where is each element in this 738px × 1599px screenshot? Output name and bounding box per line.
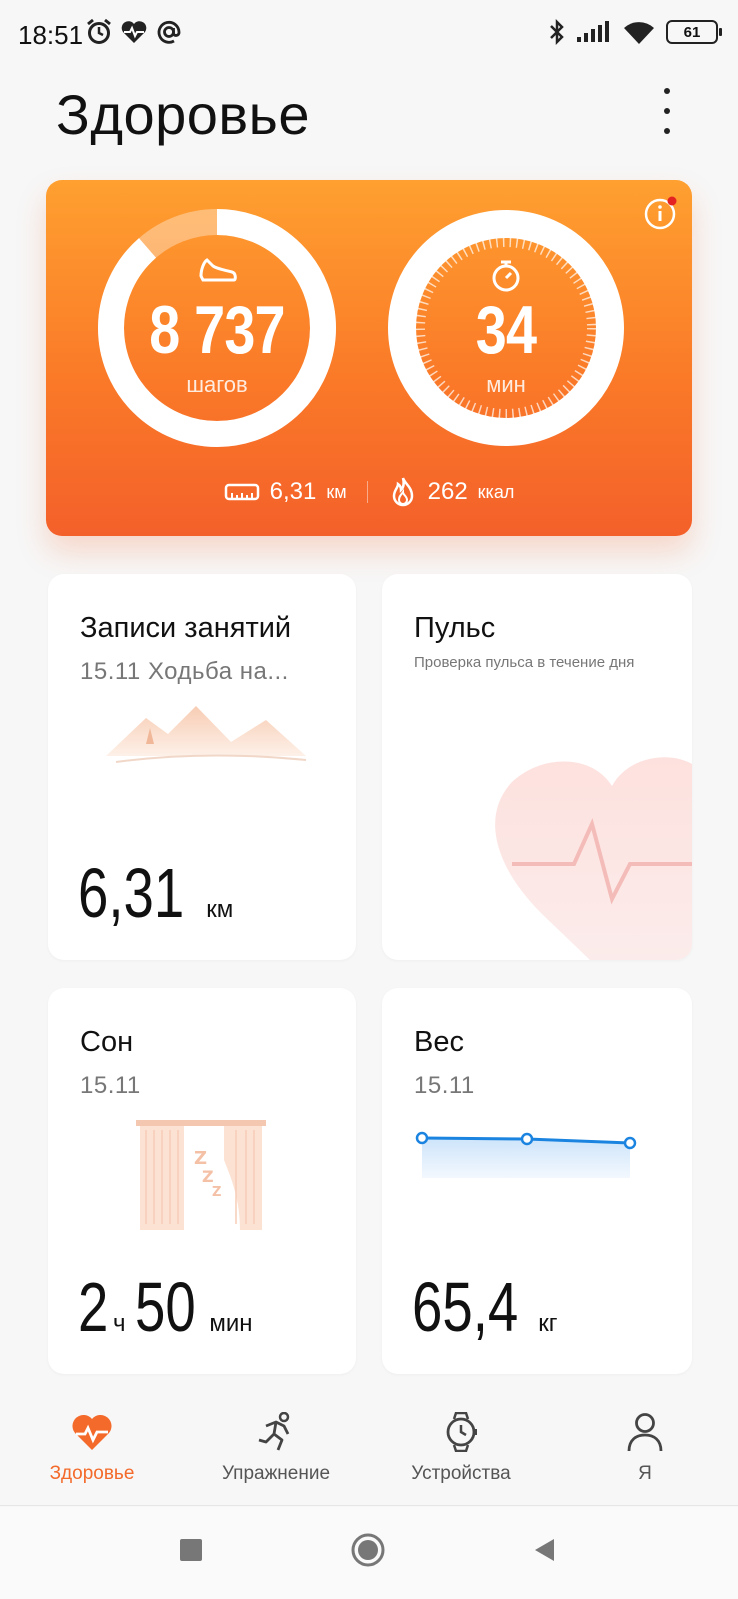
weight-value: 65,4 [412,1268,519,1346]
watch-icon [446,1411,477,1453]
page-title: Здоровье [56,83,311,146]
calories-unit: ккал [477,481,515,502]
more-options-button[interactable] [652,88,682,134]
distance-value: 6,31 [269,478,317,505]
workout-records-card[interactable]: Записи занятий 15.11 Ходьба на... 6,31 к… [48,574,356,960]
nav-item-me[interactable]: Я [565,1412,725,1485]
sleep-hours-unit: ч [112,1310,126,1337]
sleep-hours-value: 2 [78,1268,109,1346]
wifi-icon [624,22,654,44]
home-button[interactable] [351,1533,385,1567]
heart-pulse-illustration [495,757,692,960]
bottom-navigation: Здоровье Упражнение Устройства Я [0,1396,738,1506]
minutes-readout: 34 мин [406,296,606,398]
distance-stat: 6,31 км [224,478,347,506]
person-icon [627,1413,663,1452]
running-icon [258,1411,290,1451]
info-icon[interactable] [643,196,677,230]
card-date: 15.11 [414,1072,475,1099]
nav-label: Здоровье [49,1463,135,1484]
sneaker-icon [199,258,237,282]
steps-value: 8 737 [149,292,285,368]
flame-icon [392,477,413,507]
distance-unit: км [326,481,347,502]
alarm-icon [87,18,111,44]
signal-icon [577,21,609,42]
svg-text:Z: Z [202,1167,214,1186]
card-date: 15.11 [80,1072,141,1099]
summary-stats: 6,31 км 262 ккал [46,476,692,508]
activity-summary-card[interactable]: 8 737 шагов 34 мин 6,31 км 262 ккал [46,180,692,536]
workout-distance-unit: км [206,896,234,923]
svg-text:Z: Z [212,1185,221,1200]
steps-unit: шагов [186,372,248,397]
status-bar: 18:51 61 [0,0,738,70]
sleep-minutes-value: 50 [135,1268,197,1346]
battery-indicator: 61 [666,20,722,44]
calories-stat: 262 ккал [388,476,515,508]
stopwatch-icon [492,260,520,292]
card-title: Пульс [414,612,496,644]
weight-unit: кг [538,1310,558,1337]
weight-point [415,1131,429,1145]
steps-readout: 8 737 шагов [117,296,317,398]
weight-card[interactable]: Вес 15.11 65,4 кг [382,988,692,1374]
weight-point [623,1136,637,1150]
card-title: Записи занятий [80,612,292,644]
nav-item-health[interactable]: Здоровье [12,1412,172,1485]
system-navigation-bar [0,1507,738,1599]
sleep-card[interactable]: Сон 15.11 Z Z Z 2 ч 50 мин [48,988,356,1374]
sleep-duration: 2 ч 50 мин [78,1272,253,1342]
status-time: 18:51 [18,20,84,50]
calories-value: 262 [427,478,468,505]
nav-label: Я [638,1463,652,1484]
card-description: Проверка пульса в течение дня [414,654,635,671]
nav-label: Упражнение [221,1463,331,1484]
minutes-value: 34 [475,292,537,368]
heart-pulse-icon [72,1414,112,1450]
svg-text:Z: Z [194,1148,207,1169]
divider [366,481,368,503]
status-system-icons: 61 [548,18,722,46]
back-button[interactable] [532,1537,558,1563]
card-title: Сон [80,1026,134,1058]
ruler-icon [224,483,259,501]
weight-readout: 65,4 кг [412,1272,558,1342]
nav-label: Устройства [411,1463,511,1484]
card-title: Вес [414,1026,464,1058]
weight-trend-chart [415,1131,637,1178]
workout-distance-value: 6,31 [78,854,185,932]
mountains-illustration [106,706,307,763]
dot [664,128,670,134]
heart-rate-card[interactable]: Пульс Проверка пульса в течение дня [382,574,692,960]
dot [664,108,670,114]
bluetooth-icon [550,18,564,46]
card-subtitle: 15.11 Ходьба на... [80,658,289,685]
recent-apps-button[interactable] [178,1537,204,1563]
minutes-unit: мин [486,372,526,397]
status-notification-icons [86,18,182,46]
sleep-minutes-unit: мин [209,1310,253,1337]
nav-item-exercise[interactable]: Упражнение [196,1411,356,1485]
nav-item-devices[interactable]: Устройства [381,1411,541,1485]
workout-distance: 6,31 км [78,858,233,928]
weight-point [520,1132,534,1146]
at-sign-icon [157,20,181,44]
curtain-illustration: Z Z Z [136,1120,266,1230]
dot [664,88,670,94]
health-heart-icon [121,21,147,43]
